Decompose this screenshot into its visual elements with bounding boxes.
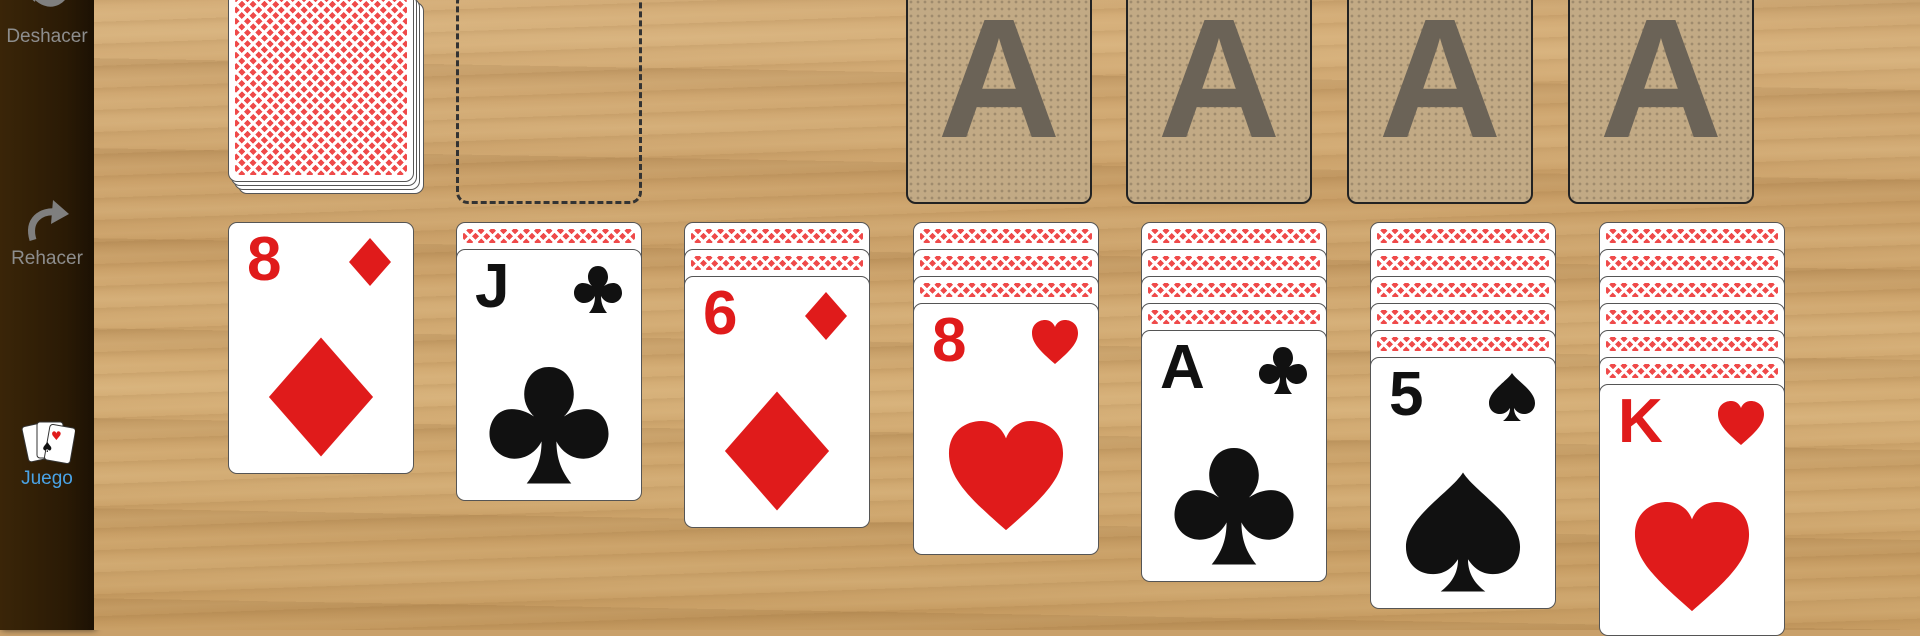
heart-icon [1634,501,1750,612]
foundation-pile[interactable]: A [1568,0,1754,204]
redo-button[interactable]: Rehacer [0,198,94,270]
heart-icon [1718,401,1764,445]
card-rank: 8 [247,225,282,294]
game-menu-button[interactable]: ♥ ♠ Juego [0,418,94,490]
face-up-card[interactable]: 6 [684,276,870,528]
diamond-icon [349,238,391,286]
game-table: A A A A 8 J 6 8 A 5 K [94,0,1920,636]
card-rank: 8 [932,306,967,375]
heart-icon [948,420,1064,531]
spade-icon [1405,472,1521,592]
club-icon [574,266,622,313]
foundation-label: A [1599,0,1723,174]
foundation-label: A [1378,0,1502,174]
diamond-icon [268,337,374,457]
undo-icon [32,0,65,7]
foundation-pile[interactable]: A [906,0,1092,204]
waste-pile-empty[interactable] [456,0,642,204]
card-rank: 6 [703,279,738,348]
stock-pile[interactable] [228,0,432,210]
face-up-card[interactable]: J [456,249,642,501]
svg-text:♠: ♠ [41,440,54,456]
foundation-pile[interactable]: A [1126,0,1312,204]
card-rank: A [1160,333,1205,402]
foundation-pile[interactable]: A [1347,0,1533,204]
card-rank: 5 [1389,360,1424,429]
club-icon [1174,447,1294,565]
face-up-card[interactable]: A [1141,330,1327,582]
redo-icon [28,200,69,242]
face-up-card[interactable]: 5 [1370,357,1556,609]
face-up-card[interactable]: 8 [228,222,414,474]
spade-icon [1489,373,1535,421]
game-label: Juego [21,468,73,489]
face-up-card[interactable]: 8 [913,303,1099,555]
club-icon [1259,347,1307,394]
foundation-label: A [937,0,1061,174]
card-rank: J [475,252,510,321]
cards-icon: ♥ ♠ [21,421,75,465]
diamond-icon [805,292,847,340]
redo-label: Rehacer [11,248,83,269]
undo-label: Deshacer [6,26,88,47]
card-rank: K [1618,387,1663,456]
sidebar: Deshacer Rehacer ♥ ♠ Juego [0,0,94,630]
heart-icon [1032,320,1078,364]
diamond-icon [724,391,830,511]
face-up-card[interactable]: K [1599,384,1785,636]
stock-card-top[interactable] [228,0,414,182]
foundation-label: A [1157,0,1281,174]
club-icon [489,366,609,484]
undo-button[interactable]: Deshacer [0,0,94,48]
